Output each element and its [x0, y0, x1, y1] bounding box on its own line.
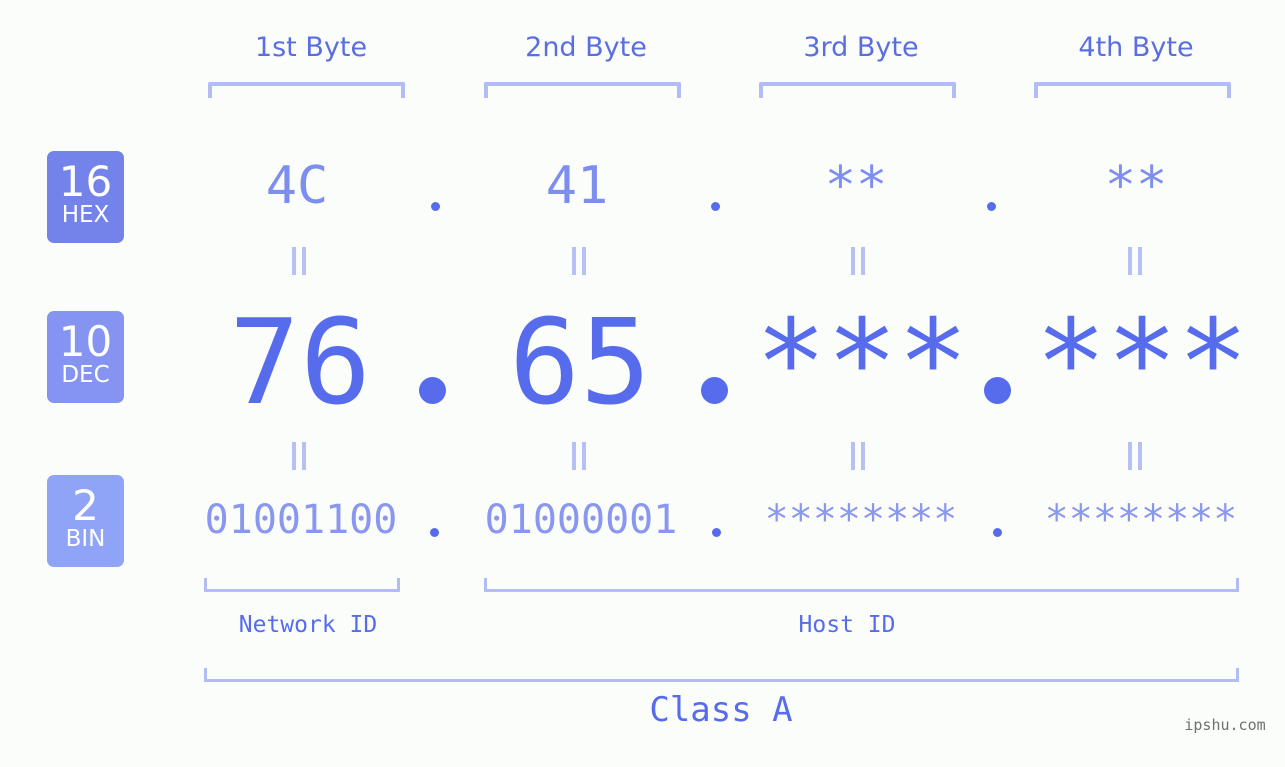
byte-header-4: 4th Byte [1078, 32, 1194, 63]
byte-bracket-3 [759, 82, 956, 98]
hex-octet-2: 41 [545, 156, 609, 216]
hex-dot-3 [987, 202, 996, 211]
equals-icon [851, 442, 865, 470]
bin-badge: 2 BIN [47, 475, 124, 567]
byte-bracket-1 [208, 82, 405, 98]
equals-icon [292, 247, 306, 275]
dec-base: 10 [58, 317, 113, 366]
class-label: Class A [649, 690, 793, 730]
byte-bracket-2 [484, 82, 681, 98]
hex-badge: 16 HEX [47, 151, 124, 243]
equals-icon [851, 247, 865, 275]
bin-octet-3: ******** [764, 497, 958, 543]
dec-octet-3: *** [755, 293, 969, 431]
dec-label: DEC [61, 362, 110, 388]
hex-octet-4: ** [1104, 156, 1168, 216]
byte-header-2: 2nd Byte [525, 32, 647, 63]
equals-icon [292, 442, 306, 470]
bin-dot-3 [993, 528, 1002, 537]
byte-header-1: 1st Byte [254, 32, 368, 63]
bin-label: BIN [65, 526, 106, 552]
bin-dot-2 [712, 528, 721, 537]
hex-octet-3: ** [824, 156, 888, 216]
bin-octet-4: ******** [1044, 497, 1238, 543]
dec-octet-4: *** [1035, 293, 1249, 431]
byte-bracket-4 [1034, 82, 1231, 98]
network-id-bracket [204, 578, 400, 592]
bin-base: 2 [72, 481, 99, 530]
equals-icon [572, 247, 586, 275]
dec-badge: 10 DEC [47, 311, 124, 403]
byte-header-3: 3rd Byte [803, 32, 919, 63]
dec-octet-1: 76 [228, 293, 372, 431]
dec-dot-3 [984, 377, 1011, 404]
hex-dot-1 [431, 202, 440, 211]
bin-octet-2: 01000001 [484, 497, 678, 543]
host-id-bracket [484, 578, 1239, 592]
hex-base: 16 [58, 157, 113, 206]
equals-icon [1128, 247, 1142, 275]
bin-dot-1 [430, 528, 439, 537]
hex-label: HEX [61, 202, 110, 228]
network-id-label: Network ID [238, 612, 378, 638]
dec-dot-1 [419, 377, 446, 404]
equals-icon [572, 442, 586, 470]
hex-dot-2 [711, 202, 720, 211]
watermark: ipshu.com [1184, 716, 1266, 734]
dec-dot-2 [701, 377, 728, 404]
host-id-label: Host ID [798, 612, 896, 638]
hex-octet-1: 4C [265, 156, 329, 216]
equals-icon [1128, 442, 1142, 470]
class-bracket [204, 668, 1239, 682]
bin-octet-1: 01001100 [204, 497, 398, 543]
dec-octet-2: 65 [508, 293, 652, 431]
